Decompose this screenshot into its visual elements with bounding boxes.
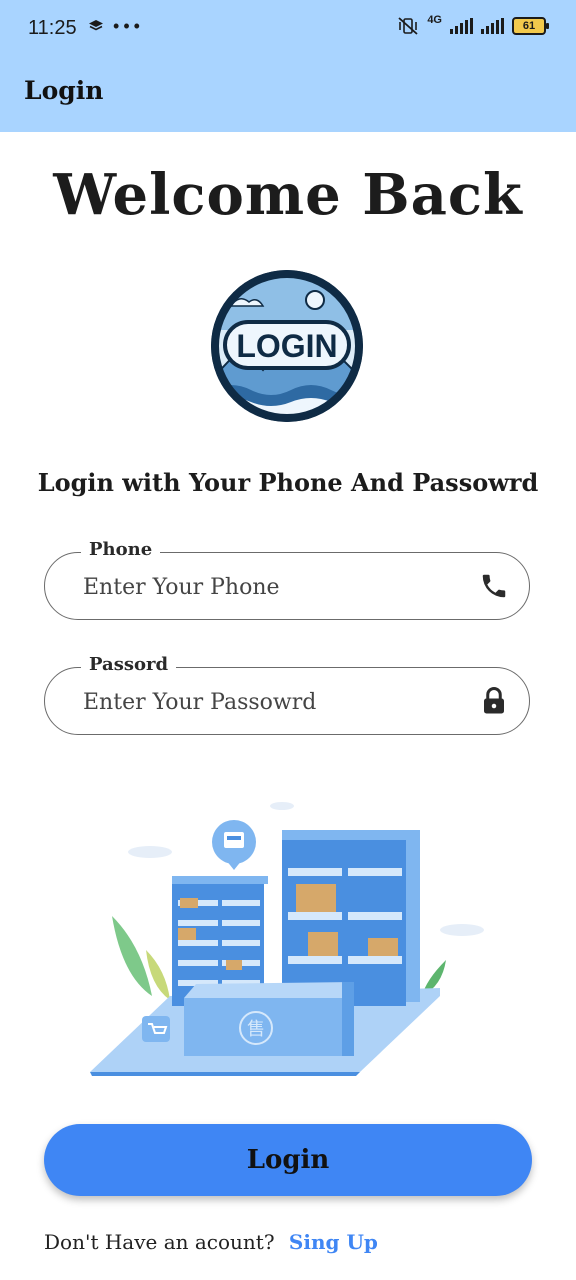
login-subtitle: Login with Your Phone And Passowrd [37, 468, 539, 497]
logo-text: LOGIN [236, 328, 337, 364]
app-bar: Login [0, 58, 576, 132]
signal-icon-2 [481, 18, 504, 34]
app-bar-title: Login [24, 76, 104, 105]
login-logo: LOGIN [211, 270, 363, 422]
password-label: Passord [81, 654, 177, 675]
phone-field[interactable]: Phone [44, 539, 530, 620]
password-field[interactable]: Passord [44, 654, 530, 735]
signup-link[interactable]: Sing Up [289, 1230, 378, 1254]
lock-icon [484, 687, 504, 714]
signal-icon [450, 18, 473, 34]
layers-icon [89, 20, 103, 31]
status-right: 4G 61 [397, 14, 549, 36]
welcome-title: Welcome Back [53, 162, 523, 228]
phone-input[interactable] [81, 569, 445, 605]
warehouse-illustration: 售 [86, 790, 490, 1080]
signup-prompt: Don't Have an acount? [44, 1230, 275, 1254]
status-bar: 11:25 ••• 4G 61 [0, 0, 576, 58]
login-button[interactable]: Login [44, 1124, 532, 1196]
phone-icon [482, 574, 506, 598]
counter-sign: 售 [247, 1019, 265, 1040]
more-dots-icon: ••• [113, 16, 144, 36]
network-type: 4G [427, 14, 442, 26]
status-time: 11:25 [28, 17, 77, 39]
mute-vibrate-icon [398, 17, 418, 35]
notification-icons: ••• [88, 16, 144, 37]
phone-label: Phone [81, 539, 161, 560]
password-input[interactable] [81, 684, 445, 720]
battery-icon: 61 [512, 17, 549, 35]
signup-row: Don't Have an acount? Sing Up [44, 1230, 378, 1254]
